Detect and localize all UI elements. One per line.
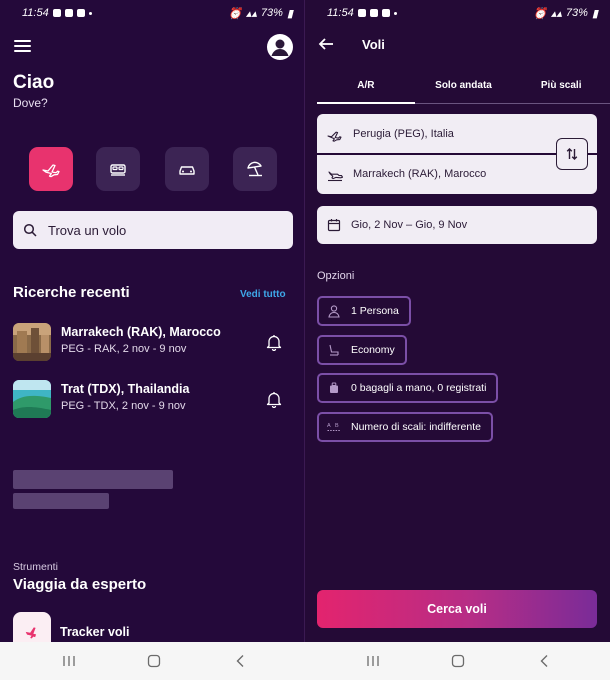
baggage-chip[interactable]: 0 bagagli a mano, 0 registrati bbox=[317, 373, 499, 403]
status-time: 11:54 bbox=[22, 7, 49, 19]
status-bar: 11:54 ⏰ ▴▴ 73% ▮ bbox=[305, 0, 610, 26]
tab-round-trip[interactable]: A/R bbox=[317, 74, 415, 104]
passengers-chip[interactable]: 1 Persona bbox=[317, 296, 411, 326]
flight-search-field[interactable]: Trova un volo bbox=[13, 211, 293, 249]
home-icon[interactable] bbox=[146, 654, 162, 668]
bell-icon[interactable] bbox=[265, 333, 283, 351]
dates-field[interactable]: Gio, 2 Nov – Gio, 9 Nov bbox=[317, 206, 597, 244]
search-icon bbox=[23, 223, 37, 237]
flight-tracker-icon[interactable] bbox=[13, 612, 51, 642]
user-icon bbox=[271, 39, 289, 56]
marrakech-thumbnail bbox=[13, 323, 51, 361]
plane-icon bbox=[42, 164, 60, 178]
beach-umbrella-icon bbox=[247, 161, 262, 177]
person-icon bbox=[328, 305, 340, 318]
notification-icon bbox=[369, 9, 378, 17]
recent-search-title: Marrakech (RAK), Marocco bbox=[61, 325, 221, 339]
notification-icon bbox=[52, 9, 61, 17]
stops-value: Numero di scali: indifferente bbox=[351, 421, 481, 433]
baggage-value: 0 bagagli a mano, 0 registrati bbox=[351, 382, 487, 394]
recent-apps-icon[interactable] bbox=[61, 654, 77, 668]
recent-search-details: PEG - RAK, 2 nov - 9 nov bbox=[61, 343, 187, 355]
stops-chip[interactable]: A B Numero di scali: indifferente bbox=[317, 412, 493, 442]
category-holidays-button[interactable] bbox=[233, 147, 277, 191]
category-cars-button[interactable] bbox=[165, 147, 209, 191]
greeting-title: Ciao bbox=[13, 72, 55, 93]
svg-text:A: A bbox=[327, 423, 331, 429]
landing-icon bbox=[328, 171, 343, 182]
alarm-icon: ⏰ bbox=[533, 7, 547, 20]
tab-one-way[interactable]: Solo andata bbox=[415, 74, 513, 103]
svg-text:B: B bbox=[335, 423, 339, 429]
signal-icon: ▴▴ bbox=[550, 7, 562, 20]
notification-icon bbox=[381, 9, 390, 17]
menu-icon[interactable] bbox=[14, 40, 31, 54]
battery-icon: ▮ bbox=[286, 7, 293, 20]
recent-search-item[interactable]: Marrakech (RAK), Marocco PEG - RAK, 2 no… bbox=[13, 323, 295, 363]
flight-tracker-label[interactable]: Tracker voli bbox=[60, 625, 130, 639]
takeoff-icon bbox=[327, 131, 342, 142]
origin-value: Perugia (PEG), Italia bbox=[353, 128, 454, 140]
tools-section-title: Viaggia da esperto bbox=[13, 576, 147, 593]
origin-field[interactable]: Perugia (PEG), Italia bbox=[317, 114, 597, 154]
flights-screen: 11:54 ⏰ ▴▴ 73% ▮ Voli A/R Solo andata Pi… bbox=[305, 0, 610, 642]
notification-icon bbox=[76, 9, 85, 17]
search-placeholder: Trova un volo bbox=[48, 222, 127, 238]
stops-icon: A B bbox=[327, 423, 341, 431]
battery-level: 73% bbox=[260, 7, 283, 19]
recent-search-item[interactable]: Trat (TDX), Thailandia PEG - TDX, 2 nov … bbox=[13, 380, 295, 420]
battery-level: 73% bbox=[565, 7, 588, 19]
swap-locations-button[interactable] bbox=[556, 138, 588, 170]
luggage-icon bbox=[330, 382, 338, 393]
notification-icon bbox=[64, 9, 73, 17]
trat-thumbnail bbox=[13, 380, 51, 418]
bed-icon bbox=[110, 164, 126, 176]
bell-icon[interactable] bbox=[265, 390, 283, 408]
loading-placeholder bbox=[13, 493, 109, 509]
back-arrow-icon[interactable] bbox=[318, 36, 334, 52]
status-time: 11:54 bbox=[327, 7, 354, 19]
back-icon[interactable] bbox=[233, 654, 249, 668]
category-flights-button[interactable] bbox=[29, 147, 73, 191]
more-notifications-icon bbox=[88, 11, 92, 15]
category-hotels-button[interactable] bbox=[96, 147, 140, 191]
destination-field[interactable]: Marrakech (RAK), Marocco bbox=[317, 154, 597, 194]
calendar-icon bbox=[327, 219, 341, 232]
recent-search-details: PEG - TDX, 2 nov - 9 nov bbox=[61, 400, 186, 412]
tab-multi-city[interactable]: Più scali bbox=[512, 74, 610, 103]
recent-apps-icon[interactable] bbox=[365, 654, 381, 668]
recent-searches-title: Ricerche recenti bbox=[13, 284, 130, 301]
cabin-class-chip[interactable]: Economy bbox=[317, 335, 407, 365]
signal-icon: ▴▴ bbox=[245, 7, 257, 20]
search-flights-button[interactable]: Cerca voli bbox=[317, 590, 597, 628]
route-card: Perugia (PEG), Italia Marrakech (RAK), M… bbox=[317, 114, 597, 194]
alarm-icon: ⏰ bbox=[228, 7, 242, 20]
loading-placeholder bbox=[13, 470, 173, 489]
destination-value: Marrakech (RAK), Marocco bbox=[353, 168, 487, 180]
dates-value: Gio, 2 Nov – Gio, 9 Nov bbox=[351, 219, 468, 231]
cabin-class-value: Economy bbox=[351, 344, 395, 356]
options-label: Opzioni bbox=[317, 270, 355, 282]
profile-avatar[interactable] bbox=[267, 34, 293, 60]
home-screen: 11:54 ⏰ ▴▴ 73% ▮ Ciao Dove? Trova un vol… bbox=[0, 0, 305, 642]
swap-icon bbox=[566, 148, 578, 160]
more-notifications-icon bbox=[393, 11, 397, 15]
home-icon[interactable] bbox=[450, 654, 466, 668]
passengers-value: 1 Persona bbox=[351, 305, 399, 317]
page-title: Voli bbox=[362, 37, 385, 52]
trip-type-tabs: A/R Solo andata Più scali bbox=[317, 74, 610, 104]
status-bar: 11:54 ⏰ ▴▴ 73% ▮ bbox=[0, 0, 305, 26]
recent-search-title: Trat (TDX), Thailandia bbox=[61, 382, 190, 396]
greeting-subtitle: Dove? bbox=[13, 96, 48, 110]
back-icon[interactable] bbox=[537, 654, 553, 668]
car-icon bbox=[179, 166, 195, 175]
tools-section-label: Strumenti bbox=[13, 561, 58, 573]
system-navigation-bar bbox=[0, 642, 610, 680]
battery-icon: ▮ bbox=[591, 7, 598, 20]
notification-icon bbox=[357, 9, 366, 17]
see-all-link[interactable]: Vedi tutto bbox=[240, 289, 286, 300]
seat-icon bbox=[329, 344, 339, 356]
